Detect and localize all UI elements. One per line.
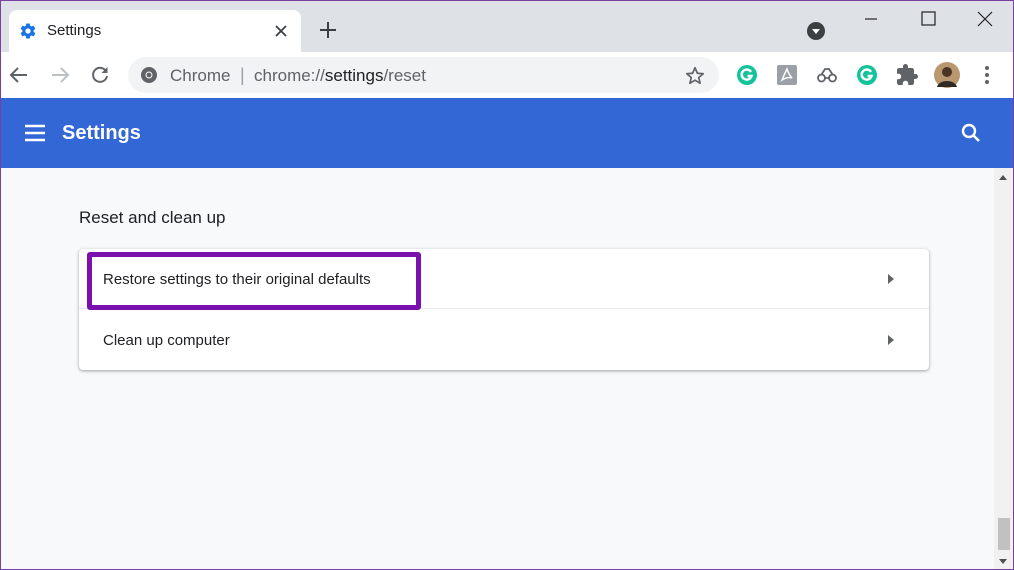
puzzle-icon[interactable] [895, 63, 919, 87]
scrollbar[interactable] [994, 168, 1013, 569]
search-icon[interactable] [959, 121, 983, 145]
kebab-menu-icon[interactable] [975, 63, 999, 87]
section-title: Reset and clean up [79, 208, 226, 227]
chip-separator: | [240, 65, 245, 85]
chevron-right-icon [888, 335, 894, 345]
plus-icon[interactable] [317, 19, 339, 41]
site-chip: Chrome [170, 66, 231, 85]
chevron-right-icon [888, 274, 894, 284]
pdf-icon[interactable] [775, 63, 799, 87]
settings-header: Settings [1, 98, 1013, 168]
chevron-down-icon[interactable] [807, 22, 825, 40]
hamburger-icon[interactable] [23, 123, 47, 143]
back-icon[interactable] [7, 63, 31, 87]
scroll-up-icon[interactable] [999, 175, 1007, 180]
clean-up-computer-row[interactable]: Clean up computer [79, 310, 929, 370]
gear-icon [20, 23, 36, 39]
browser-window: Settings Chrome | chrome://settings/rese… [0, 0, 1014, 570]
chrome-icon [141, 67, 157, 83]
minimize-icon[interactable] [859, 7, 883, 31]
toolbar: Chrome | chrome://settings/reset [1, 52, 1013, 98]
url-text: chrome://settings/reset [254, 66, 426, 85]
scroll-down-icon[interactable] [999, 559, 1007, 564]
star-icon[interactable] [684, 65, 706, 87]
list-item-label: Clean up computer [103, 332, 230, 349]
close-icon[interactable] [271, 21, 291, 41]
grammarly-icon[interactable] [735, 63, 759, 87]
highlight-box [87, 252, 421, 310]
maximize-icon[interactable] [916, 7, 940, 31]
extension-icon[interactable] [815, 63, 839, 87]
forward-icon[interactable] [48, 63, 72, 87]
scroll-thumb[interactable] [998, 518, 1010, 550]
settings-content: Reset and clean up Restore settings to t… [1, 168, 1013, 569]
grammarly-icon[interactable] [855, 63, 879, 87]
avatar[interactable] [934, 62, 960, 88]
tab-strip: Settings [1, 1, 1013, 52]
tab-settings[interactable]: Settings [9, 10, 301, 52]
reload-icon[interactable] [88, 63, 112, 87]
address-bar[interactable]: Chrome | chrome://settings/reset [128, 57, 719, 93]
page-title: Settings [62, 122, 141, 144]
close-window-icon[interactable] [973, 7, 997, 31]
tab-title: Settings [47, 22, 102, 39]
